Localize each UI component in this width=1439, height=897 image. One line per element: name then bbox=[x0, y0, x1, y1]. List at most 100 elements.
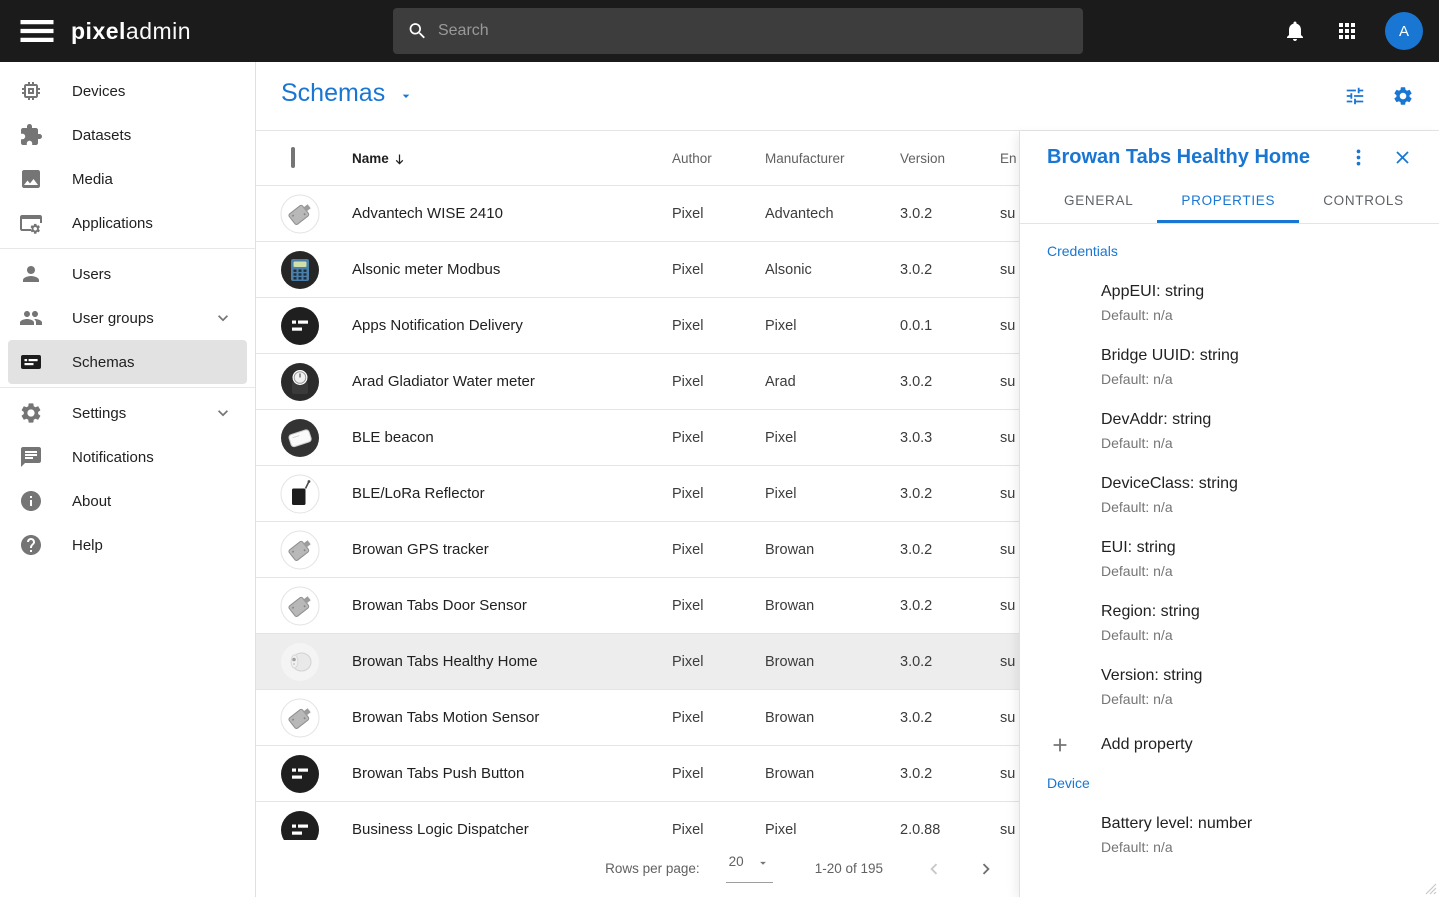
property-item[interactable]: AppEUI: string Default: n/a bbox=[1101, 283, 1439, 323]
section-header: Device bbox=[1047, 775, 1439, 791]
column-header-version[interactable]: Version bbox=[900, 151, 1000, 166]
sidebar-item-about[interactable]: About bbox=[8, 479, 247, 523]
sidebar-divider bbox=[0, 248, 255, 249]
cell-author: Pixel bbox=[672, 654, 765, 670]
table-row[interactable]: Alsonic meter Modbus Pixel Alsonic 3.0.2… bbox=[256, 242, 1100, 298]
panel-tabs: GENERALPROPERTIESCONTROLSFRAGMENTS bbox=[1020, 178, 1439, 224]
sensor-device-icon bbox=[280, 530, 320, 570]
cell-manufacturer: Browan bbox=[765, 654, 900, 670]
sidebar-item-label: User groups bbox=[72, 310, 154, 327]
tab-controls[interactable]: CONTROLS bbox=[1299, 178, 1428, 223]
previous-page-chevron-icon[interactable] bbox=[923, 858, 945, 880]
notifications-bell-icon[interactable] bbox=[1283, 19, 1307, 43]
property-label: DeviceClass: string bbox=[1101, 475, 1439, 493]
property-item[interactable]: Bridge UUID: string Default: n/a bbox=[1101, 347, 1439, 387]
column-header-name[interactable]: Name bbox=[352, 150, 672, 167]
person-icon bbox=[19, 262, 43, 286]
header-actions bbox=[1344, 85, 1414, 107]
cell-manufacturer: Pixel bbox=[765, 486, 900, 502]
table-row[interactable]: Browan Tabs Healthy Home Pixel Browan 3.… bbox=[256, 634, 1100, 690]
tab-fragments[interactable]: FRAGMENTS bbox=[1428, 178, 1439, 223]
table-row[interactable]: Arad Gladiator Water meter Pixel Arad 3.… bbox=[256, 354, 1100, 410]
chevron-down-icon bbox=[213, 403, 233, 423]
cell-author: Pixel bbox=[672, 598, 765, 614]
sidebar-item-user-groups[interactable]: User groups bbox=[8, 296, 247, 340]
filter-tune-icon[interactable] bbox=[1344, 85, 1366, 107]
search-input[interactable] bbox=[438, 22, 1069, 40]
table-row[interactable]: BLE/LoRa Reflector Pixel Pixel 3.0.2 su bbox=[256, 466, 1100, 522]
table-row[interactable]: Browan GPS tracker Pixel Browan 3.0.2 su bbox=[256, 522, 1100, 578]
panel-header: Browan Tabs Healthy Home bbox=[1020, 131, 1439, 178]
property-label: AppEUI: string bbox=[1101, 283, 1439, 301]
topbar-actions: A bbox=[1283, 0, 1423, 62]
tab-properties[interactable]: PROPERTIES bbox=[1157, 178, 1299, 223]
sidebar-item-users[interactable]: Users bbox=[8, 252, 247, 296]
resize-grip[interactable] bbox=[1421, 879, 1437, 895]
property-item[interactable]: Version: string Default: n/a bbox=[1101, 667, 1439, 707]
column-header-manufacturer[interactable]: Manufacturer bbox=[765, 151, 900, 166]
table-row[interactable]: Browan Tabs Motion Sensor Pixel Browan 3… bbox=[256, 690, 1100, 746]
plus-icon bbox=[1049, 734, 1071, 756]
sidebar-item-label: Settings bbox=[72, 405, 126, 422]
table-row[interactable]: Advantech WISE 2410 Pixel Advantech 3.0.… bbox=[256, 186, 1100, 242]
apps-grid-icon[interactable] bbox=[1335, 19, 1359, 43]
sidebar-item-notifications[interactable]: Notifications bbox=[8, 435, 247, 479]
table-row[interactable]: Browan Tabs Push Button Pixel Browan 3.0… bbox=[256, 746, 1100, 802]
rows-per-page-select[interactable]: 20 bbox=[726, 854, 773, 883]
cell-name: BLE/LoRa Reflector bbox=[352, 485, 672, 502]
cell-name: Apps Notification Delivery bbox=[352, 317, 672, 334]
add-property-button[interactable]: Add property bbox=[1049, 734, 1439, 756]
sidebar-item-datasets[interactable]: Datasets bbox=[8, 113, 247, 157]
cell-version: 3.0.2 bbox=[900, 486, 1000, 502]
property-item[interactable]: Region: string Default: n/a bbox=[1101, 603, 1439, 643]
table-row[interactable]: Browan Tabs Door Sensor Pixel Browan 3.0… bbox=[256, 578, 1100, 634]
cell-version: 2.0.88 bbox=[900, 822, 1000, 838]
sidebar-item-schemas[interactable]: Schemas bbox=[8, 340, 247, 384]
hamburger-menu-icon[interactable] bbox=[15, 9, 59, 53]
schema-list-icon bbox=[19, 350, 43, 374]
select-all-checkbox[interactable] bbox=[291, 147, 295, 168]
cell-author: Pixel bbox=[672, 710, 765, 726]
cell-author: Pixel bbox=[672, 262, 765, 278]
panel-body: Credentials AppEUI: string Default: n/a … bbox=[1020, 224, 1439, 872]
page-title-dropdown[interactable]: Schemas bbox=[281, 79, 414, 108]
tab-general[interactable]: GENERAL bbox=[1040, 178, 1157, 223]
rows-per-page-label: Rows per page: bbox=[605, 861, 700, 876]
sidebar-item-media[interactable]: Media bbox=[8, 157, 247, 201]
property-item[interactable]: DeviceClass: string Default: n/a bbox=[1101, 475, 1439, 515]
sort-descending-icon bbox=[392, 152, 407, 167]
cell-manufacturer: Arad bbox=[765, 374, 900, 390]
cell-manufacturer: Pixel bbox=[765, 430, 900, 446]
property-item[interactable]: DevAddr: string Default: n/a bbox=[1101, 411, 1439, 451]
property-default: Default: n/a bbox=[1101, 839, 1439, 855]
cell-name: Browan GPS tracker bbox=[352, 541, 672, 558]
avatar[interactable]: A bbox=[1385, 12, 1423, 50]
property-label: EUI: string bbox=[1101, 539, 1439, 557]
cell-manufacturer: Pixel bbox=[765, 822, 900, 838]
help-icon bbox=[19, 533, 43, 557]
table-row[interactable]: BLE beacon Pixel Pixel 3.0.3 su bbox=[256, 410, 1100, 466]
water-meter-icon bbox=[280, 362, 320, 402]
box-antenna-icon bbox=[280, 474, 320, 514]
caret-down-icon bbox=[756, 856, 770, 870]
property-label: Region: string bbox=[1101, 603, 1439, 621]
sidebar-item-applications[interactable]: Applications bbox=[8, 201, 247, 245]
sidebar-item-label: Datasets bbox=[72, 127, 131, 144]
table-row[interactable]: Apps Notification Delivery Pixel Pixel 0… bbox=[256, 298, 1100, 354]
property-default: Default: n/a bbox=[1101, 435, 1439, 451]
cell-name: Browan Tabs Motion Sensor bbox=[352, 709, 672, 726]
cell-name: Alsonic meter Modbus bbox=[352, 261, 672, 278]
kebab-menu-icon[interactable] bbox=[1348, 147, 1369, 168]
table-settings-gear-icon[interactable] bbox=[1392, 85, 1414, 107]
sidebar-item-settings[interactable]: Settings bbox=[8, 391, 247, 435]
image-icon bbox=[19, 167, 43, 191]
next-page-chevron-icon[interactable] bbox=[975, 858, 997, 880]
close-icon[interactable] bbox=[1392, 147, 1413, 168]
property-item[interactable]: Battery level: number Default: n/a bbox=[1101, 815, 1439, 855]
column-header-author[interactable]: Author bbox=[672, 151, 765, 166]
cell-author: Pixel bbox=[672, 766, 765, 782]
sidebar-item-devices[interactable]: Devices bbox=[8, 69, 247, 113]
sidebar-item-label: Media bbox=[72, 171, 113, 188]
property-item[interactable]: EUI: string Default: n/a bbox=[1101, 539, 1439, 579]
sidebar-item-help[interactable]: Help bbox=[8, 523, 247, 567]
